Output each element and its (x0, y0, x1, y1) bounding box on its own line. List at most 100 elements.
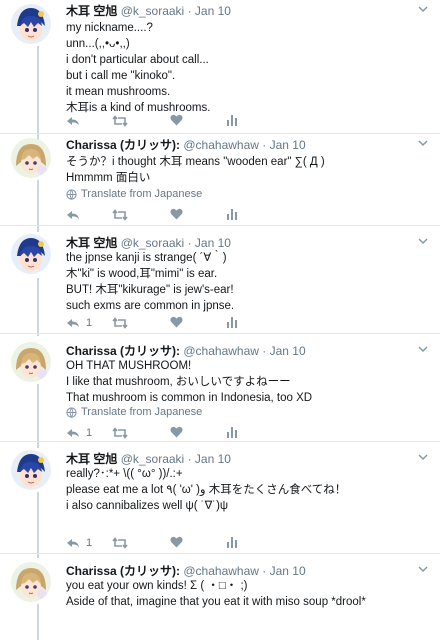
tweet-timestamp[interactable]: · Jan 10 (188, 4, 231, 18)
reply-icon (67, 211, 79, 219)
chevron-down-icon[interactable] (416, 342, 430, 356)
reply-count: 1 (86, 427, 93, 439)
tweet-header: 木耳 空旭 @k_soraaki · Jan 10 (66, 236, 231, 250)
avatar-charissa (11, 342, 51, 382)
author-name[interactable]: Charissa (カリッサ): (66, 564, 180, 578)
author-name[interactable]: 木耳 空旭 (66, 452, 117, 466)
tweet-text: my nickname....? unn...(,,•ᴗ•,,) i don't… (66, 20, 426, 116)
tweet[interactable]: Charissa (カリッサ): @chahawhaw · Jan 10 そうか… (0, 134, 440, 226)
tweet-actions (66, 114, 366, 130)
reply-button[interactable]: 1 (66, 536, 92, 550)
analytics-button[interactable] (226, 536, 238, 548)
analytics-button[interactable] (226, 208, 238, 220)
tweet-line: Aside of that, imagine that you eat it w… (66, 596, 366, 608)
reply-icon (67, 429, 79, 437)
reply-icon (67, 319, 79, 327)
tweet[interactable]: 木耳 空旭 @k_soraaki · Jan 10 the jpnse kanj… (0, 226, 440, 334)
avatar-charissa (11, 138, 51, 178)
tweet-line: i don't particular about call... (66, 54, 209, 66)
author-name[interactable]: Charissa (カリッサ): (66, 344, 180, 358)
like-button[interactable] (170, 536, 189, 548)
tweet-timestamp[interactable]: · Jan 10 (262, 138, 305, 152)
tweet-actions: 1 (66, 316, 366, 332)
author-name[interactable]: 木耳 空旭 (66, 236, 117, 250)
avatar[interactable] (11, 562, 51, 602)
tweet[interactable]: 木耳 空旭 @k_soraaki · Jan 10 really?･:*+ \(… (0, 442, 440, 554)
tweet-line: i also cannibalizes well ψ( ˙∇˙)ψ (66, 500, 229, 512)
author-name[interactable]: Charissa (カリッサ): (66, 138, 180, 152)
tweet-header: Charissa (カリッサ): @chahawhaw · Jan 10 (66, 564, 306, 578)
heart-icon (170, 208, 183, 220)
tweet-text: really?･:*+ \(( °ω° ))/.:+ please eat me… (66, 466, 426, 514)
chevron-down-icon[interactable] (416, 2, 430, 16)
reply-button[interactable]: 1 (66, 316, 92, 330)
chevron-down-icon[interactable] (416, 562, 430, 576)
avatar[interactable] (11, 4, 51, 44)
reply-button[interactable]: 1 (66, 426, 92, 440)
tweet-line: そうか？i thought 木耳 means "wooden ear" ∑( Д… (66, 156, 325, 168)
author-handle[interactable]: @k_soraaki (121, 4, 185, 18)
author-handle[interactable]: @chahawhaw (183, 344, 259, 358)
author-handle[interactable]: @k_soraaki (121, 452, 185, 466)
retweet-icon (112, 537, 128, 549)
avatar[interactable] (11, 138, 51, 178)
retweet-button[interactable] (112, 208, 134, 222)
reply-icon (67, 539, 79, 547)
analytics-button[interactable] (226, 426, 238, 438)
tweet-line: unn...(,,•ᴗ•,,) (66, 38, 130, 50)
retweet-button[interactable] (112, 536, 134, 550)
heart-icon (170, 536, 183, 548)
tweet-line: OH THAT MUSHROOM! (66, 360, 192, 372)
tweet[interactable]: Charissa (カリッサ): @chahawhaw · Jan 10 OH … (0, 334, 440, 442)
retweet-icon (112, 209, 128, 221)
reply-button[interactable] (66, 114, 86, 128)
avatar[interactable] (11, 234, 51, 274)
author-handle[interactable]: @chahawhaw (183, 138, 259, 152)
tweet-line: but i call me "kinoko". (66, 70, 176, 82)
reply-count: 1 (86, 537, 93, 549)
chevron-down-icon[interactable] (416, 450, 430, 464)
tweet-line: 木"ki" is wood,耳"mimi" is ear. (66, 268, 218, 280)
author-name[interactable]: 木耳 空旭 (66, 4, 117, 18)
translate-link[interactable]: Translate from Japanese (66, 188, 202, 200)
retweet-button[interactable] (112, 426, 134, 440)
chevron-down-icon[interactable] (416, 234, 430, 248)
analytics-button[interactable] (226, 114, 238, 126)
tweet-line: the jpnse kanji is strange( ´∀｀) (66, 252, 227, 264)
retweet-button[interactable] (112, 114, 134, 128)
like-button[interactable] (170, 208, 189, 220)
tweet-line: Hmmmm 面白い (66, 172, 151, 184)
retweet-icon (112, 317, 128, 329)
heart-icon (170, 426, 183, 438)
avatar[interactable] (11, 342, 51, 382)
reply-count: 1 (86, 317, 93, 329)
globe-icon (66, 188, 77, 200)
like-button[interactable] (170, 316, 189, 328)
tweet-header: 木耳 空旭 @k_soraaki · Jan 10 (66, 452, 231, 466)
analytics-button[interactable] (226, 316, 238, 328)
like-button[interactable] (170, 426, 189, 438)
heart-icon (170, 114, 183, 126)
like-button[interactable] (170, 114, 189, 126)
tweet[interactable]: 木耳 空旭 @k_soraaki · Jan 10 my nickname...… (0, 0, 440, 134)
analytics-icon (227, 209, 237, 220)
avatar-kinoko (11, 450, 51, 490)
tweet[interactable]: Charissa (カリッサ): @chahawhaw · Jan 10 you… (0, 554, 440, 640)
reply-button[interactable] (66, 208, 86, 222)
retweet-button[interactable] (112, 316, 134, 330)
analytics-icon (227, 537, 237, 548)
tweet-timestamp[interactable]: · Jan 10 (262, 344, 305, 358)
chevron-down-icon[interactable] (416, 136, 430, 150)
author-handle[interactable]: @chahawhaw (183, 564, 259, 578)
translate-link[interactable]: Translate from Japanese (66, 406, 202, 418)
avatar[interactable] (11, 450, 51, 490)
tweet-timestamp[interactable]: · Jan 10 (188, 452, 231, 466)
globe-icon (66, 406, 77, 418)
author-handle[interactable]: @k_soraaki (121, 236, 185, 250)
tweet-timestamp[interactable]: · Jan 10 (188, 236, 231, 250)
tweet-header: 木耳 空旭 @k_soraaki · Jan 10 (66, 4, 231, 18)
retweet-icon (112, 115, 128, 127)
tweet-text: the jpnse kanji is strange( ´∀｀) 木"ki" i… (66, 250, 426, 314)
tweet-timestamp[interactable]: · Jan 10 (262, 564, 305, 578)
tweet-line: my nickname....? (66, 22, 153, 34)
